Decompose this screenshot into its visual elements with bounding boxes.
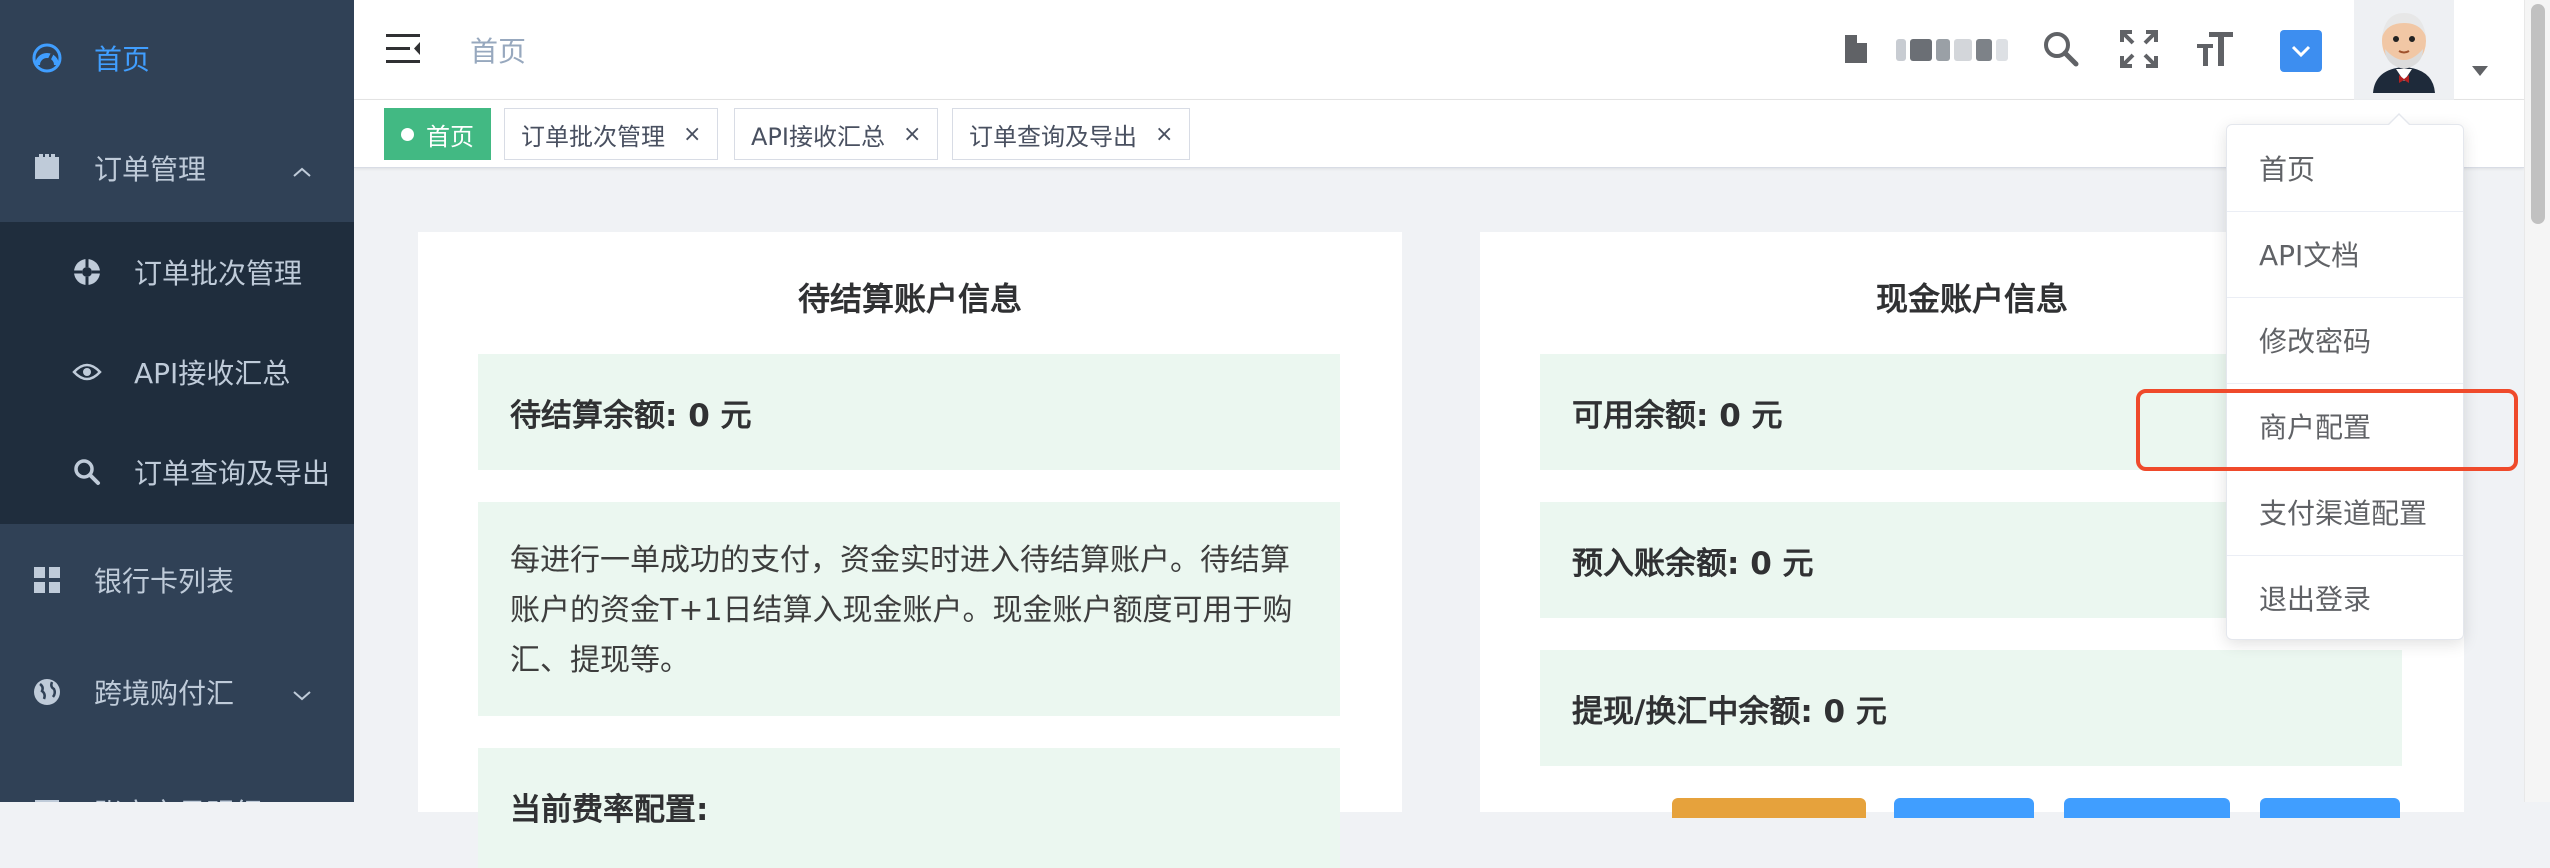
card-title: 待结算账户信息 <box>797 280 1022 318</box>
close-icon[interactable]: × <box>1155 122 1173 147</box>
dropdown-item-change-password[interactable]: 修改密码 <box>2227 297 2463 383</box>
hamburger-icon[interactable] <box>386 32 422 66</box>
user-dropdown-menu: 首页 API文档 修改密码 商户配置 支付渠道配置 退出登录 <box>2226 113 2464 641</box>
tag-label: 首页 <box>426 122 474 151</box>
action-button[interactable] <box>2260 798 2400 818</box>
tag-label: API接收汇总 <box>751 122 885 151</box>
sidebar-item-order-batch[interactable]: 订单批次管理 <box>0 222 354 322</box>
globe-icon <box>32 677 62 707</box>
action-button[interactable] <box>1894 798 2034 818</box>
sidebar-item-label: 跨境购付汇 <box>94 677 235 710</box>
sidebar-item-home[interactable]: 首页 <box>0 18 354 98</box>
sidebar-item-label: 账户交易明细 <box>94 792 262 802</box>
tag-order-query[interactable]: 订单查询及导出 × <box>952 108 1191 160</box>
dropdown-item-payment-channel-config[interactable]: 支付渠道配置 <box>2227 469 2463 555</box>
tag-api-summary[interactable]: API接收汇总 × <box>734 108 939 160</box>
username-blurred <box>1896 34 2046 66</box>
close-icon[interactable]: × <box>683 122 701 147</box>
tags-view: 首页 订单批次管理 × API接收汇总 × 订单查询及导出 × <box>354 100 2524 168</box>
search-icon[interactable] <box>2038 26 2084 72</box>
list-icon <box>32 797 62 802</box>
sidebar-item-label: 首页 <box>94 43 151 76</box>
sidebar-item-label: 银行卡列表 <box>94 565 235 598</box>
sidebar-item-label: 订单管理 <box>94 153 207 186</box>
highlight-annotation <box>2136 389 2518 471</box>
action-button[interactable] <box>2064 798 2230 818</box>
grid-icon <box>32 565 62 595</box>
fullscreen-icon[interactable] <box>2116 26 2162 72</box>
sidebar-item-api-summary[interactable]: API接收汇总 <box>0 322 354 422</box>
sidebar-item-label: 订单查询及导出 <box>134 457 331 490</box>
pending-description: 每进行一单成功的支付，资金实时进入待结算账户。待结算账户的资金T+1日结算入现金… <box>478 502 1340 716</box>
eye-icon <box>72 357 102 387</box>
sidebar-item-account-transactions[interactable]: 账户交易明细 <box>0 772 354 802</box>
font-size-icon[interactable] <box>2192 26 2238 72</box>
scrollbar-thumb[interactable] <box>2531 4 2545 224</box>
sidebar: 首页 订单管理 订单批次管理 API接收汇总 订单查询及导出 银行卡列表 跨境购… <box>0 0 354 802</box>
action-button[interactable] <box>1672 798 1866 818</box>
close-icon[interactable]: × <box>903 122 921 147</box>
pending-balance: 待结算余额: 0 元 <box>478 354 1340 470</box>
dropdown-item-home[interactable]: 首页 <box>2227 125 2463 211</box>
order-submenu: 订单批次管理 API接收汇总 订单查询及导出 <box>0 222 354 524</box>
dropdown-item-logout[interactable]: 退出登录 <box>2227 555 2463 641</box>
withdrawing-balance: 提现/换汇中余额: 0 元 <box>1540 650 2402 766</box>
dropdown-item-api-docs[interactable]: API文档 <box>2227 211 2463 297</box>
tag-label: 订单批次管理 <box>521 122 665 151</box>
sidebar-item-cross-border[interactable]: 跨境购付汇 <box>0 652 354 732</box>
sidebar-item-label: 订单批次管理 <box>134 257 303 290</box>
dropdown-icon[interactable] <box>2280 30 2322 72</box>
tag-order-batch[interactable]: 订单批次管理 × <box>504 108 719 160</box>
avatar[interactable] <box>2354 0 2454 100</box>
tag-label: 订单查询及导出 <box>969 122 1137 151</box>
active-dot-icon <box>401 127 414 141</box>
fee-config-heading: 当前费率配置: <box>478 748 1340 868</box>
scrollbar[interactable] <box>2524 0 2550 802</box>
search-icon <box>72 457 102 487</box>
sidebar-item-order-management[interactable]: 订单管理 <box>0 128 354 208</box>
navbar: 首页 <box>354 0 2524 100</box>
sidebar-item-label: API接收汇总 <box>134 357 291 390</box>
dashboard-icon <box>32 43 62 73</box>
aperture-icon <box>72 257 102 287</box>
document-icon <box>32 153 62 183</box>
caret-down-icon[interactable] <box>2472 66 2488 76</box>
chevron-up-icon <box>292 152 312 185</box>
pending-account-card: 待结算账户信息 待结算余额: 0 元 每进行一单成功的支付，资金实时进入待结算账… <box>418 232 1402 868</box>
sidebar-item-order-query[interactable]: 订单查询及导出 <box>0 422 354 522</box>
chevron-down-icon <box>292 676 312 709</box>
document-icon[interactable] <box>1842 26 1882 72</box>
breadcrumb[interactable]: 首页 <box>470 30 526 70</box>
sidebar-item-bank-cards[interactable]: 银行卡列表 <box>0 540 354 620</box>
tag-home[interactable]: 首页 <box>384 108 491 160</box>
chevron-down-icon <box>292 796 312 803</box>
